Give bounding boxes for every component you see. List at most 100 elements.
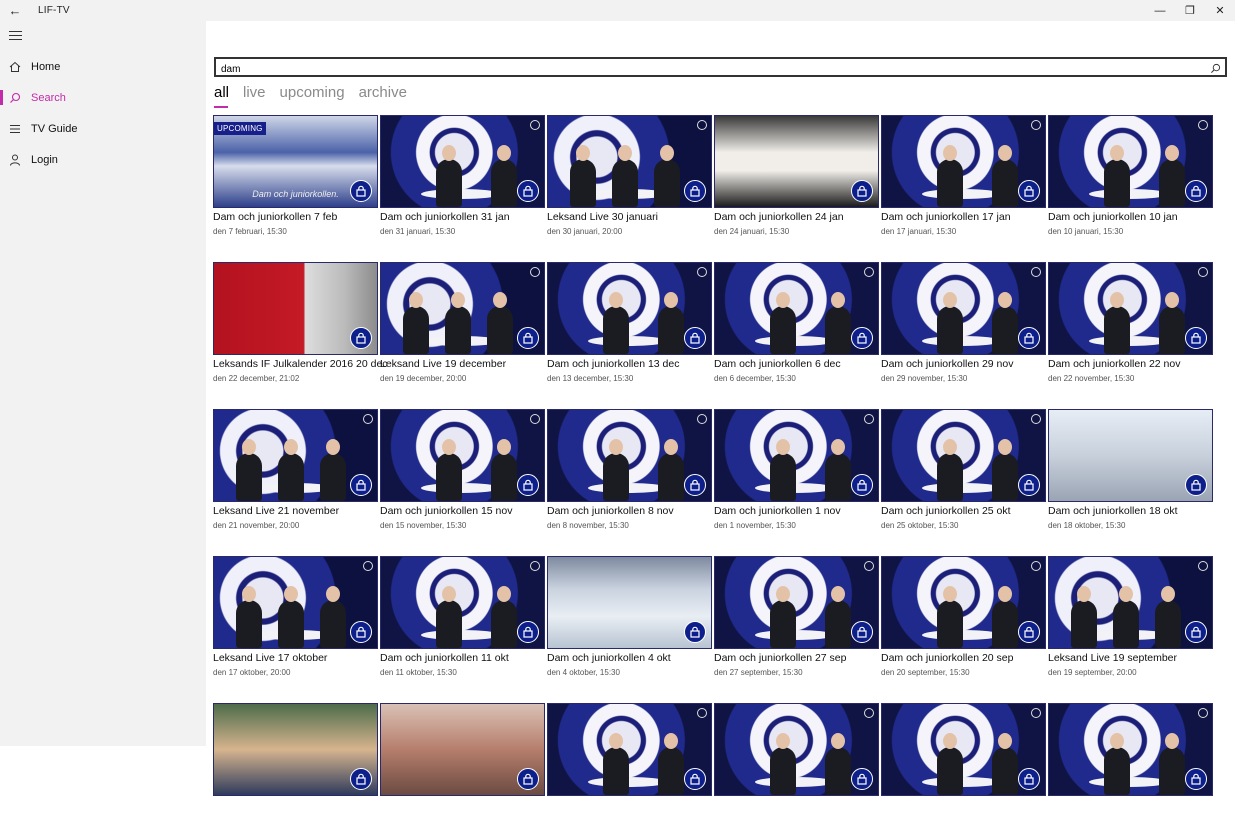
video-thumbnail[interactable]	[380, 262, 545, 355]
video-thumbnail[interactable]	[213, 703, 378, 796]
video-card[interactable]: Dam och juniorkollen 18 okt den 18 oktobe…	[1048, 409, 1213, 540]
close-button[interactable]: ✕	[1205, 0, 1235, 21]
video-card[interactable]	[547, 703, 712, 834]
video-thumbnail[interactable]	[881, 115, 1046, 208]
video-thumbnail[interactable]	[1048, 409, 1213, 502]
video-thumbnail[interactable]	[714, 556, 879, 649]
video-title[interactable]: Dam och juniorkollen 4 okt	[547, 652, 712, 664]
video-title[interactable]: Dam och juniorkollen 22 nov	[1048, 358, 1213, 370]
video-thumbnail[interactable]	[547, 262, 712, 355]
video-title[interactable]: Dam och juniorkollen 11 okt	[380, 652, 545, 664]
video-thumbnail[interactable]	[714, 262, 879, 355]
search-input[interactable]	[216, 61, 1196, 78]
sidebar-item-tv-guide[interactable]: TV Guide	[0, 113, 206, 144]
video-thumbnail[interactable]	[213, 262, 378, 355]
video-thumbnail[interactable]	[380, 409, 545, 502]
video-title[interactable]: Leksand Live 30 januari	[547, 211, 712, 223]
video-card[interactable]: Dam och juniorkollen 31 jan den 31 januar…	[380, 115, 545, 246]
hamburger-menu-icon[interactable]	[9, 31, 22, 41]
video-thumbnail[interactable]	[1048, 556, 1213, 649]
video-card[interactable]: Dam och juniorkollen 15 nov den 15 novemb…	[380, 409, 545, 540]
video-card[interactable]: Dam och juniorkollen 6 dec den 6 december…	[714, 262, 879, 393]
video-card[interactable]	[1048, 703, 1213, 834]
video-card[interactable]: Leksand Live 30 januari den 30 januari, 2…	[547, 115, 712, 246]
video-title[interactable]: Dam och juniorkollen 24 jan	[714, 211, 879, 223]
video-title[interactable]: Dam och juniorkollen 25 okt	[881, 505, 1046, 517]
video-card[interactable]	[714, 703, 879, 834]
video-card[interactable]: Dam och juniorkollen 24 jan den 24 januar…	[714, 115, 879, 246]
video-thumbnail[interactable]	[547, 703, 712, 796]
video-thumbnail[interactable]	[1048, 115, 1213, 208]
video-title[interactable]: Dam och juniorkollen 10 jan	[1048, 211, 1213, 223]
video-thumbnail[interactable]	[881, 556, 1046, 649]
video-card[interactable]: Dam och juniorkollen 20 sep den 20 septem…	[881, 556, 1046, 687]
video-thumbnail[interactable]	[881, 703, 1046, 796]
video-thumbnail[interactable]	[881, 262, 1046, 355]
video-title[interactable]: Dam och juniorkollen 31 jan	[380, 211, 545, 223]
tab-archive[interactable]: archive	[359, 84, 407, 106]
video-thumbnail[interactable]	[213, 409, 378, 502]
video-card[interactable]: Dam och juniorkollen 10 jan den 10 januar…	[1048, 115, 1213, 246]
video-thumbnail[interactable]	[714, 115, 879, 208]
video-card[interactable]: Dam och juniorkollen 11 okt den 11 oktobe…	[380, 556, 545, 687]
tab-all[interactable]: all	[214, 84, 229, 108]
video-title[interactable]: Dam och juniorkollen 6 dec	[714, 358, 879, 370]
minimize-button[interactable]: —	[1145, 0, 1175, 21]
sidebar-item-home[interactable]: Home	[0, 51, 206, 82]
video-thumbnail[interactable]: UPCOMING Dam och juniorkollen.	[213, 115, 378, 208]
restore-button[interactable]: ❐	[1175, 0, 1205, 21]
video-title[interactable]: Dam och juniorkollen 27 sep	[714, 652, 879, 664]
video-card[interactable]	[380, 703, 545, 834]
video-thumbnail[interactable]	[380, 703, 545, 796]
video-card[interactable]: Leksand Live 17 oktober den 17 oktober, 2…	[213, 556, 378, 687]
search-submit-icon[interactable]	[1210, 61, 1221, 79]
video-title[interactable]: Dam och juniorkollen 15 nov	[380, 505, 545, 517]
video-thumbnail[interactable]	[547, 409, 712, 502]
back-button[interactable]: ←	[0, 0, 30, 21]
video-card[interactable]	[213, 703, 378, 834]
video-thumbnail[interactable]	[213, 556, 378, 649]
video-title[interactable]: Leksand Live 19 september	[1048, 652, 1213, 664]
video-card[interactable]: Dam och juniorkollen 22 nov den 22 novemb…	[1048, 262, 1213, 393]
video-thumbnail[interactable]	[1048, 262, 1213, 355]
video-title[interactable]: Dam och juniorkollen 18 okt	[1048, 505, 1213, 517]
video-card[interactable]: Dam och juniorkollen 29 nov den 29 novemb…	[881, 262, 1046, 393]
video-card[interactable]: Leksand Live 19 december den 19 december,…	[380, 262, 545, 393]
video-title[interactable]: Dam och juniorkollen 13 dec	[547, 358, 712, 370]
video-thumbnail[interactable]	[380, 115, 545, 208]
video-title[interactable]: Dam och juniorkollen 29 nov	[881, 358, 1046, 370]
video-card[interactable]: Leksand Live 19 september den 19 septembe…	[1048, 556, 1213, 687]
video-thumbnail[interactable]	[714, 409, 879, 502]
tab-live[interactable]: live	[243, 84, 266, 106]
video-thumbnail[interactable]	[547, 556, 712, 649]
video-title[interactable]: Dam och juniorkollen 1 nov	[714, 505, 879, 517]
video-title[interactable]: Dam och juniorkollen 7 feb	[213, 211, 378, 223]
video-card[interactable]: Leksand Live 21 november den 21 november,…	[213, 409, 378, 540]
video-card[interactable]: Dam och juniorkollen 4 okt den 4 oktober,…	[547, 556, 712, 687]
video-thumbnail[interactable]	[547, 115, 712, 208]
video-title[interactable]: Leksand Live 21 november	[213, 505, 378, 517]
video-title[interactable]: Dam och juniorkollen 20 sep	[881, 652, 1046, 664]
video-card[interactable]: Leksands IF Julkalender 2016 20 dec den 2…	[213, 262, 388, 393]
video-card[interactable]: Dam och juniorkollen 25 okt den 25 oktobe…	[881, 409, 1046, 540]
video-card[interactable]: Dam och juniorkollen 1 nov den 1 november…	[714, 409, 879, 540]
video-thumbnail[interactable]	[881, 409, 1046, 502]
video-thumbnail[interactable]	[380, 556, 545, 649]
video-title[interactable]: Dam och juniorkollen 17 jan	[881, 211, 1046, 223]
search-box[interactable]	[214, 57, 1227, 79]
video-title[interactable]: Leksand Live 17 oktober	[213, 652, 378, 664]
video-title[interactable]: Leksand Live 19 december	[380, 358, 545, 370]
video-thumbnail[interactable]	[714, 703, 879, 796]
video-card[interactable]: UPCOMING Dam och juniorkollen. Dam och jun…	[213, 115, 378, 246]
video-card[interactable]: Dam och juniorkollen 13 dec den 13 decemb…	[547, 262, 712, 393]
video-thumbnail[interactable]	[1048, 703, 1213, 796]
video-title[interactable]: Leksands IF Julkalender 2016 20 dec	[213, 358, 388, 370]
sidebar-item-login[interactable]: Login	[0, 144, 206, 175]
video-card[interactable]: Dam och juniorkollen 27 sep den 27 septem…	[714, 556, 879, 687]
video-card[interactable]: Dam och juniorkollen 8 nov den 8 november…	[547, 409, 712, 540]
video-card[interactable]	[881, 703, 1046, 834]
video-card[interactable]: Dam och juniorkollen 17 jan den 17 januar…	[881, 115, 1046, 246]
video-title[interactable]: Dam och juniorkollen 8 nov	[547, 505, 712, 517]
sidebar-item-search[interactable]: Search	[0, 82, 206, 113]
tab-upcoming[interactable]: upcoming	[280, 84, 345, 106]
